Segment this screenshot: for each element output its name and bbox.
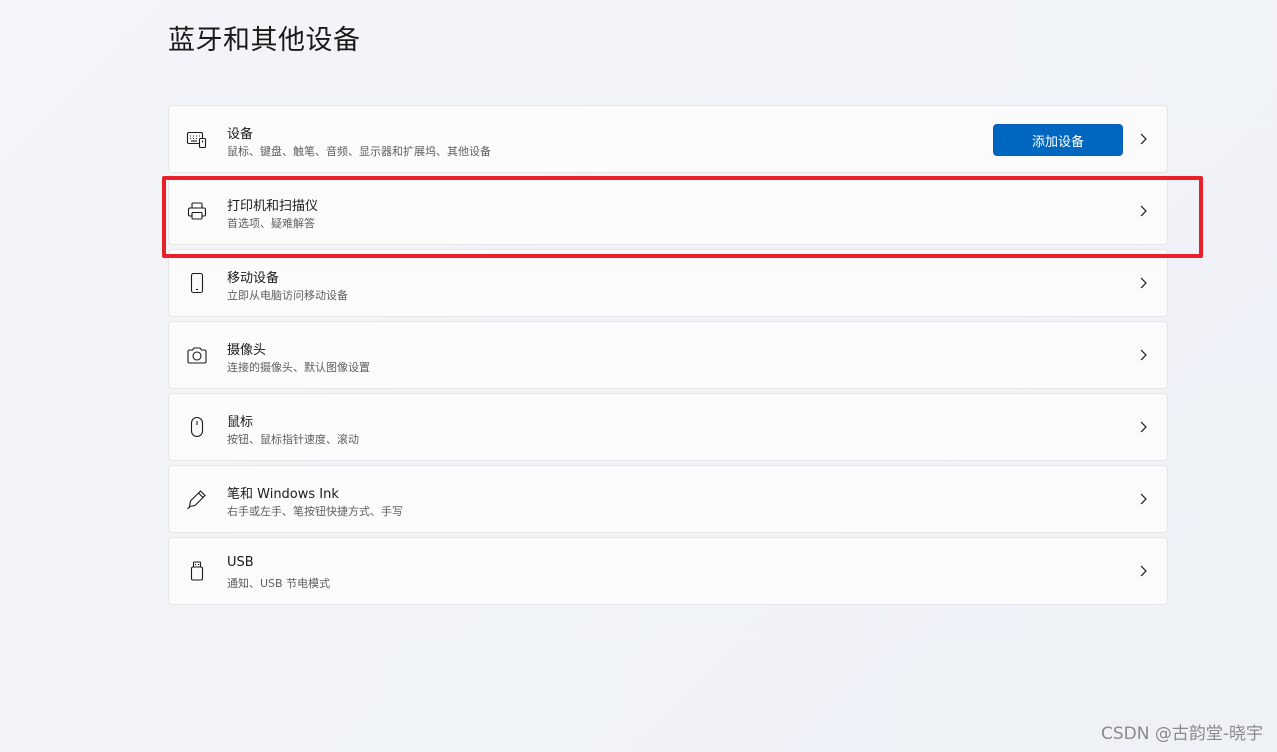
card-subtitle-mobile: 立即从电脑访问移动设备 — [227, 289, 348, 302]
chevron-right-icon[interactable] — [1135, 203, 1151, 219]
page-title: 蓝牙和其他设备 — [168, 25, 361, 56]
card-printers-scanners[interactable]: 打印机和扫描仪 首选项、疑难解答 — [168, 177, 1168, 245]
card-mobile-devices[interactable]: 移动设备 立即从电脑访问移动设备 — [168, 249, 1168, 317]
card-title-usb: USB — [227, 555, 254, 570]
chevron-right-icon[interactable] — [1135, 275, 1151, 291]
card-title-camera: 摄像头 — [227, 343, 267, 358]
phone-icon — [186, 272, 208, 294]
usb-icon — [186, 560, 208, 582]
card-subtitle-usb: 通知、USB 节电模式 — [227, 577, 331, 590]
card-usb[interactable]: USB 通知、USB 节电模式 — [168, 537, 1168, 605]
mouse-icon — [186, 416, 208, 438]
card-title-devices: 设备 — [227, 127, 254, 142]
chevron-right-icon[interactable] — [1135, 131, 1151, 147]
card-subtitle-mouse: 按钮、鼠标指针速度、滚动 — [227, 433, 359, 446]
card-title-printers: 打印机和扫描仪 — [227, 199, 319, 214]
camera-icon — [186, 344, 208, 366]
card-title-pen: 笔和 Windows Ink — [227, 487, 339, 502]
card-subtitle-pen: 右手或左手、笔按钮快捷方式、手写 — [227, 505, 403, 518]
card-subtitle-devices: 鼠标、键盘、触笔、音频、显示器和扩展坞、其他设备 — [227, 145, 491, 158]
card-mouse[interactable]: 鼠标 按钮、鼠标指针速度、滚动 — [168, 393, 1168, 461]
chevron-right-icon[interactable] — [1135, 419, 1151, 435]
pen-icon — [186, 488, 208, 510]
keyboard-icon — [186, 128, 208, 150]
settings-card-list: 设备 鼠标、键盘、触笔、音频、显示器和扩展坞、其他设备 添加设备 打印机和扫描仪… — [168, 105, 1168, 609]
chevron-right-icon[interactable] — [1135, 491, 1151, 507]
watermark: CSDN @古韵堂-晓宇 — [1100, 724, 1263, 744]
add-device-button[interactable]: 添加设备 — [993, 124, 1123, 156]
chevron-right-icon[interactable] — [1135, 347, 1151, 363]
card-subtitle-printers: 首选项、疑难解答 — [227, 217, 315, 230]
chevron-right-icon[interactable] — [1135, 563, 1151, 579]
printer-icon — [186, 200, 208, 222]
card-title-mobile: 移动设备 — [227, 271, 280, 286]
card-devices[interactable]: 设备 鼠标、键盘、触笔、音频、显示器和扩展坞、其他设备 添加设备 — [168, 105, 1168, 173]
card-pen-windows-ink[interactable]: 笔和 Windows Ink 右手或左手、笔按钮快捷方式、手写 — [168, 465, 1168, 533]
card-camera[interactable]: 摄像头 连接的摄像头、默认图像设置 — [168, 321, 1168, 389]
card-subtitle-camera: 连接的摄像头、默认图像设置 — [227, 361, 370, 374]
card-title-mouse: 鼠标 — [227, 415, 254, 430]
